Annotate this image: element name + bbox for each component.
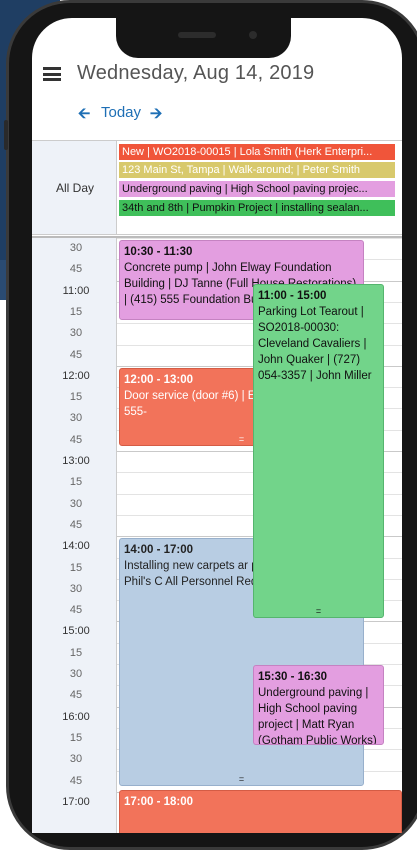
event-time: 17:00 - 18:00	[124, 796, 194, 808]
time-label: 30	[69, 753, 83, 766]
calendar-event[interactable]: 15:30 - 16:30 Underground paving | High …	[253, 665, 384, 745]
hamburger-menu-icon[interactable]	[43, 67, 61, 81]
time-label: 30	[69, 412, 83, 425]
phone-camera	[249, 31, 257, 39]
time-gutter: 30 45 11:00 15 30 45 12:00 15 30 45 13:00 15 30 45 14:…	[32, 238, 117, 833]
resize-handle[interactable]: =	[254, 607, 383, 616]
time-label: 45	[69, 689, 83, 702]
all-day-section: All Day New | WO2018-00015 | Lola Smith …	[32, 140, 402, 235]
arrow-right-icon[interactable]: 🡪	[150, 103, 162, 128]
time-label: 13:00	[62, 455, 90, 467]
all-day-event[interactable]: 123 Main St, Tampa | Walk-around; | Pete…	[119, 162, 395, 178]
today-button[interactable]: Today	[101, 104, 141, 121]
time-label: 15:00	[62, 625, 90, 638]
arrow-left-icon[interactable]: 🡨	[78, 103, 90, 128]
time-label: 15	[69, 561, 83, 574]
calendar-event[interactable]: 11:00 - 15:00 Parking Lot Tearout | SO20…	[253, 284, 384, 618]
time-label: 15	[69, 646, 83, 659]
resize-handle[interactable]: =	[120, 775, 363, 784]
calendar-event[interactable]: 17:00 - 18:00	[119, 790, 402, 833]
time-label: 30	[69, 497, 83, 510]
app-screen: Wednesday, Aug 14, 2019 🡨 Today 🡪 All Da…	[32, 18, 402, 833]
time-label: 11:00	[62, 284, 90, 297]
time-label: 17:00	[62, 795, 90, 808]
event-description: Parking Lot Tearout | SO2018-00030: Clev…	[258, 306, 372, 382]
time-label: 12:00	[62, 369, 90, 382]
event-time: 11:00 - 15:00	[258, 290, 327, 302]
event-time: 10:30 - 11:30	[124, 246, 193, 258]
all-day-label-cell: All Day	[32, 141, 117, 234]
all-day-event[interactable]: New | WO2018-00015 | Lola Smith (Herk En…	[119, 144, 395, 160]
time-label: 45	[69, 348, 83, 361]
date-title: Wednesday, Aug 14, 2019	[77, 62, 315, 84]
time-label: 16:00	[62, 710, 90, 723]
all-day-event[interactable]: 34th and 8th | Pumpkin Project | install…	[119, 200, 395, 216]
time-label: 45	[69, 604, 83, 617]
time-label: 14:00	[62, 540, 90, 553]
day-time-grid[interactable]: 30 45 11:00 15 30 45 12:00 15 30 45 13:00 15 30 45 14:…	[32, 238, 402, 833]
time-label: 45	[69, 263, 83, 276]
time-label: 15	[69, 391, 83, 404]
phone-side-button	[4, 120, 8, 150]
all-day-label: All Day	[56, 181, 95, 195]
event-description: Underground paving | High School paving …	[258, 687, 377, 745]
time-label: 15	[69, 476, 83, 489]
time-label: 45	[69, 774, 83, 787]
time-label: 45	[69, 518, 83, 531]
event-time: 15:30 - 16:30	[258, 671, 328, 683]
time-label: 30	[69, 327, 83, 340]
time-label: 30	[69, 582, 83, 595]
phone-speaker	[178, 32, 216, 38]
time-label: 45	[69, 433, 83, 446]
grid-line	[117, 238, 402, 239]
time-label: 30	[69, 668, 83, 680]
time-label: 30	[69, 242, 83, 254]
phone-notch	[116, 18, 291, 58]
all-day-event[interactable]: Underground paving | High School paving …	[119, 181, 395, 197]
time-label: 15	[69, 731, 83, 744]
time-label: 15	[69, 305, 83, 318]
